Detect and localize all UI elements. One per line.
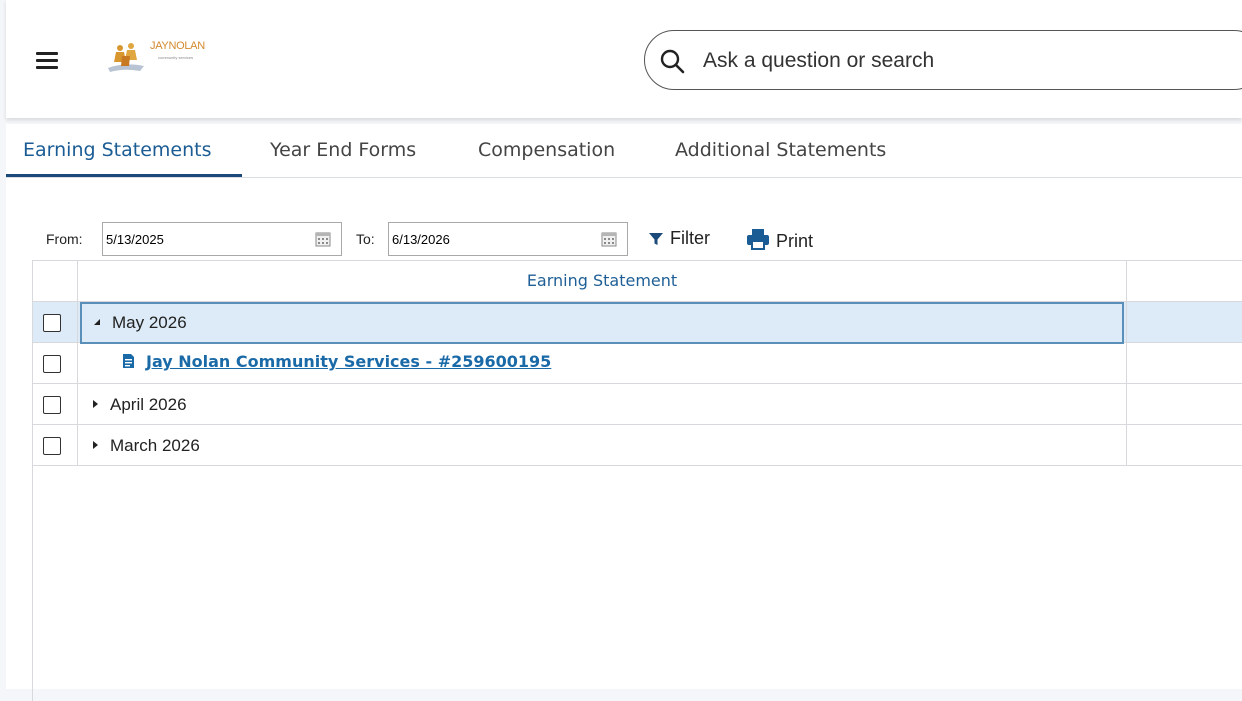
tab-bar: Earning Statements Year End Forms Compen… bbox=[6, 124, 1242, 178]
expand-triangle-icon[interactable] bbox=[90, 439, 100, 451]
group-label: March 2026 bbox=[110, 436, 200, 455]
grid-header: Earning Statement bbox=[33, 261, 1242, 302]
row-checkbox[interactable] bbox=[43, 396, 61, 414]
from-label: From: bbox=[46, 231, 83, 247]
from-date-input[interactable] bbox=[106, 232, 276, 247]
search-bar[interactable] bbox=[644, 30, 1242, 90]
earning-statement-grid: Earning Statement May 2026 Jay Nolan Com… bbox=[32, 260, 1242, 701]
tab-year-end-forms[interactable]: Year End Forms bbox=[270, 139, 416, 161]
earning-statement-link[interactable]: Jay Nolan Community Services - #25960019… bbox=[146, 352, 551, 371]
group-label: April 2026 bbox=[110, 395, 187, 414]
to-label: To: bbox=[356, 231, 375, 247]
tab-compensation[interactable]: Compensation bbox=[478, 139, 615, 161]
logo-subtext: community services bbox=[158, 55, 194, 60]
to-date-field[interactable] bbox=[388, 222, 628, 256]
row-tail-cell bbox=[1126, 302, 1242, 342]
group-cell[interactable]: April 2026 bbox=[78, 384, 1126, 424]
row-select-cell bbox=[33, 343, 78, 383]
filter-button[interactable]: Filter bbox=[648, 228, 710, 249]
select-column-header bbox=[33, 261, 78, 301]
tab-additional-statements[interactable]: Additional Statements bbox=[675, 139, 886, 161]
row-checkbox[interactable] bbox=[43, 355, 61, 373]
row-checkbox[interactable] bbox=[43, 314, 61, 332]
calendar-icon[interactable] bbox=[601, 231, 617, 247]
from-date-field[interactable] bbox=[102, 222, 342, 256]
table-row[interactable]: Jay Nolan Community Services - #25960019… bbox=[33, 343, 1242, 384]
filter-label: Filter bbox=[670, 228, 710, 248]
main-content: Earning Statements Year End Forms Compen… bbox=[6, 124, 1242, 701]
company-logo[interactable]: JAYNOLAN community services bbox=[104, 38, 234, 90]
filter-icon bbox=[649, 233, 663, 245]
document-icon bbox=[123, 354, 134, 368]
print-label: Print bbox=[776, 231, 814, 251]
filter-bar: From: To: Filter Pr bbox=[6, 220, 1242, 258]
row-tail-cell bbox=[1126, 343, 1242, 383]
table-row[interactable]: April 2026 bbox=[33, 384, 1242, 425]
group-cell[interactable]: May 2026 bbox=[80, 302, 1124, 344]
collapse-triangle-icon[interactable] bbox=[92, 316, 102, 328]
expand-triangle-icon[interactable] bbox=[90, 398, 100, 410]
row-select-cell bbox=[33, 302, 78, 342]
printer-icon bbox=[747, 229, 769, 250]
to-date-input[interactable] bbox=[392, 232, 562, 247]
logo-text: JAYNOLAN bbox=[150, 40, 205, 52]
search-input[interactable] bbox=[701, 45, 1225, 77]
active-tab-indicator bbox=[6, 174, 242, 177]
row-checkbox[interactable] bbox=[43, 437, 61, 455]
table-row[interactable]: March 2026 bbox=[33, 425, 1242, 466]
calendar-icon[interactable] bbox=[315, 231, 331, 247]
group-label: May 2026 bbox=[112, 313, 187, 332]
top-bar: JAYNOLAN community services bbox=[6, 0, 1242, 118]
print-button[interactable]: Print bbox=[746, 228, 813, 252]
tab-earning-statements[interactable]: Earning Statements bbox=[23, 139, 211, 161]
group-cell[interactable]: March 2026 bbox=[78, 425, 1126, 465]
search-icon bbox=[660, 49, 685, 74]
row-select-cell bbox=[33, 384, 78, 424]
column-header-earning-statement[interactable]: Earning Statement bbox=[78, 261, 1127, 301]
document-cell: Jay Nolan Community Services - #25960019… bbox=[78, 343, 1126, 383]
table-row[interactable]: May 2026 bbox=[33, 302, 1242, 344]
hamburger-menu-icon[interactable] bbox=[36, 52, 58, 70]
row-tail-cell bbox=[1126, 425, 1242, 465]
row-tail-cell bbox=[1126, 384, 1242, 424]
row-select-cell bbox=[33, 425, 78, 465]
